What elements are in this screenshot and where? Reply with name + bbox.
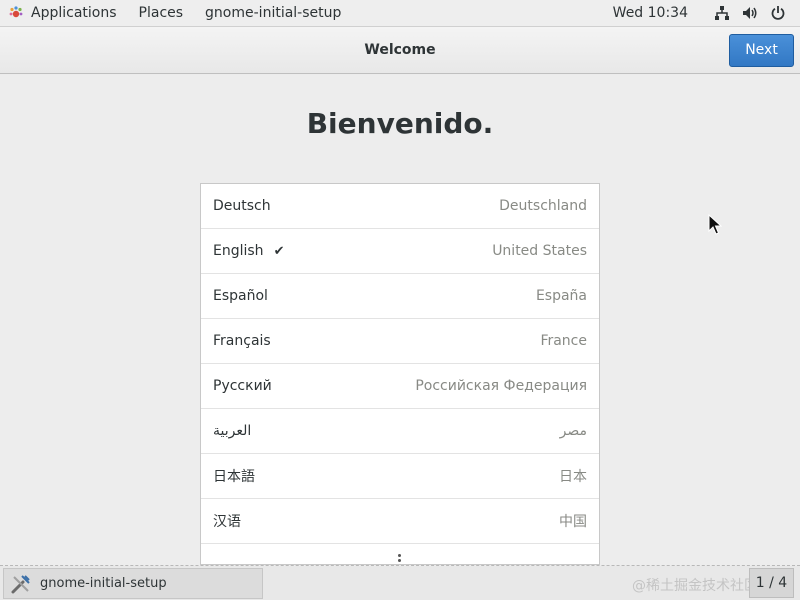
language-name: 汉语	[213, 514, 241, 530]
language-row-english[interactable]: English ✔ United States	[201, 229, 599, 274]
welcome-heading: Bienvenido.	[306, 107, 494, 140]
language-region: Deutschland	[499, 198, 587, 214]
mouse-pointer-icon	[708, 213, 723, 240]
language-name: Русский	[213, 378, 272, 394]
language-row-deutsch[interactable]: Deutsch Deutschland	[201, 184, 599, 229]
language-region: 中国	[559, 514, 587, 530]
language-region: مصر	[559, 423, 587, 439]
next-button[interactable]: Next	[729, 34, 794, 67]
language-name: Español	[213, 288, 268, 304]
clock[interactable]: Wed 10:34	[613, 5, 688, 21]
checkmark-icon: ✔	[273, 243, 285, 259]
language-row-chinese[interactable]: 汉语 中国	[201, 499, 599, 544]
watermark-text: @稀土掘金技术社区	[632, 578, 758, 594]
more-languages-button[interactable]	[201, 542, 599, 564]
taskbar-window-label: gnome-initial-setup	[40, 576, 167, 591]
language-name: 日本語	[213, 469, 255, 485]
workspace-switcher[interactable]: 1 / 4	[749, 568, 794, 598]
language-region: France	[540, 333, 587, 349]
setup-tools-icon	[10, 573, 32, 595]
main-content: Bienvenido. Deutsch Deutschland English …	[0, 75, 800, 565]
language-name: English	[213, 243, 264, 259]
language-name: العربية	[213, 423, 252, 439]
language-row-espanol[interactable]: Español España	[201, 274, 599, 319]
language-region: España	[535, 288, 587, 304]
language-region: Российская Федерация	[415, 378, 587, 394]
language-name: Français	[213, 333, 271, 349]
language-row-arabic[interactable]: العربية مصر	[201, 409, 599, 454]
applications-label: Applications	[31, 5, 117, 21]
header-bar: Welcome Next	[0, 27, 800, 74]
gnome-foot-icon	[8, 5, 24, 21]
language-row-russian[interactable]: Русский Российская Федерация	[201, 364, 599, 409]
app-menu[interactable]: gnome-initial-setup	[205, 5, 341, 21]
page-title: Welcome	[364, 42, 436, 58]
vertical-ellipsis-icon	[398, 554, 402, 562]
language-region: United States	[492, 243, 587, 259]
taskbar-window-button[interactable]: gnome-initial-setup	[3, 568, 263, 599]
language-region: 日本	[559, 469, 587, 485]
language-row-japanese[interactable]: 日本語 日本	[201, 454, 599, 499]
power-icon[interactable]	[770, 5, 786, 21]
volume-icon[interactable]	[742, 5, 758, 21]
language-row-francais[interactable]: Français France	[201, 319, 599, 364]
applications-menu[interactable]: Applications	[8, 5, 139, 21]
bottom-taskbar: gnome-initial-setup @稀土掘金技术社区 1 / 4	[0, 566, 800, 600]
system-tray[interactable]	[714, 5, 786, 21]
places-menu[interactable]: Places	[139, 5, 184, 21]
top-bar: Applications Places gnome-initial-setup …	[0, 0, 800, 27]
language-list[interactable]: Deutsch Deutschland English ✔ United Sta…	[200, 183, 600, 565]
network-icon[interactable]	[714, 5, 730, 21]
language-name: Deutsch	[213, 198, 271, 214]
